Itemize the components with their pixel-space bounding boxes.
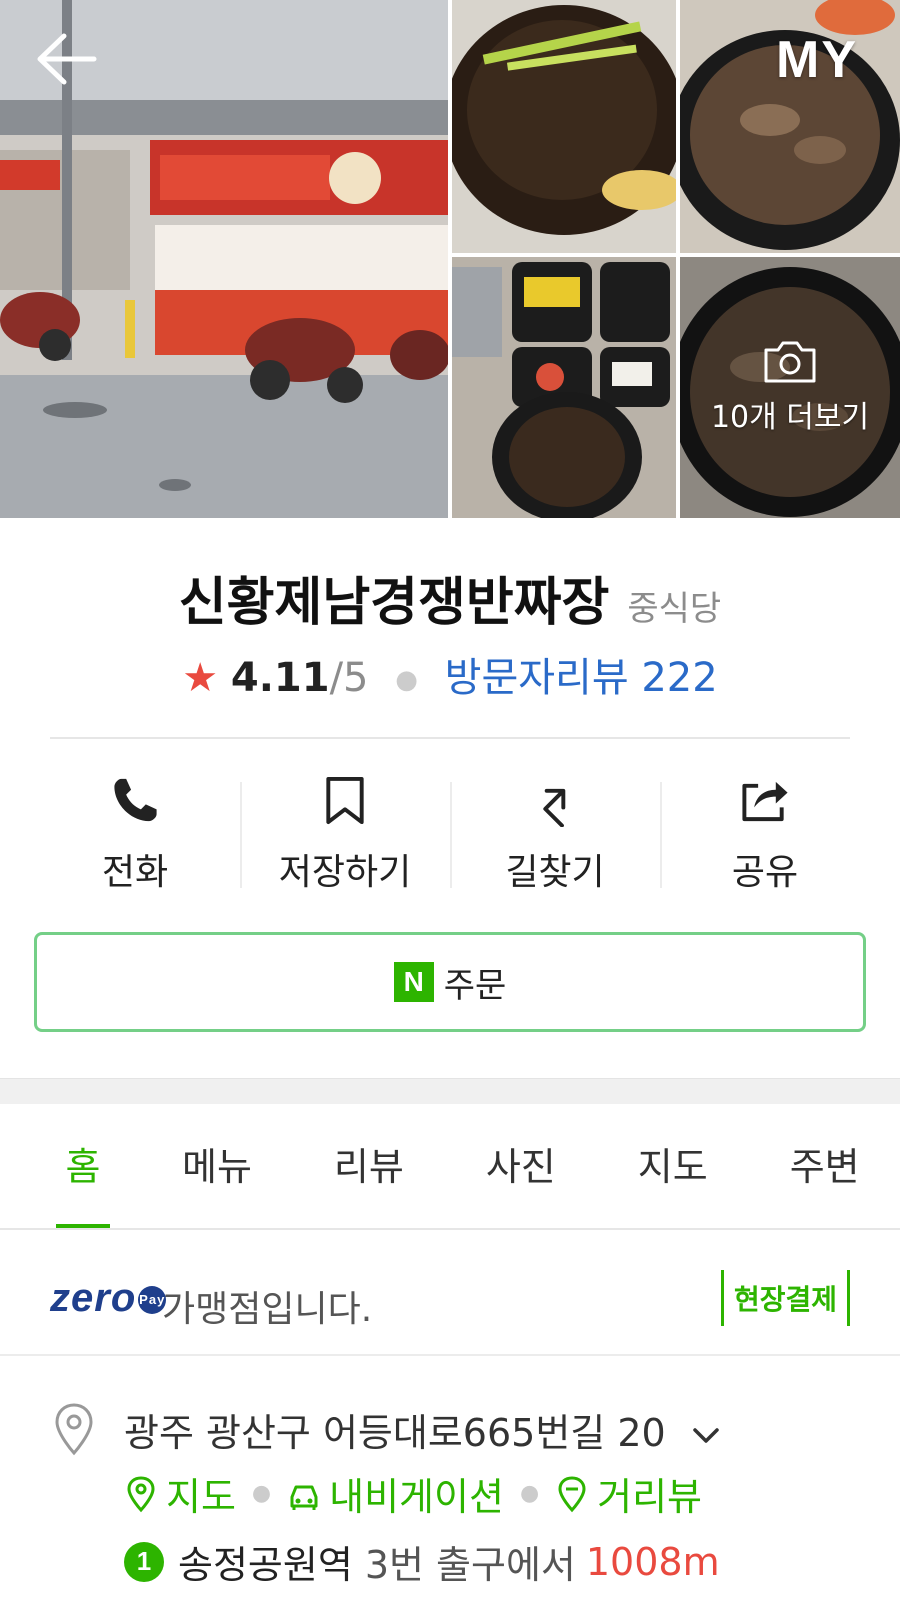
tab-nearby[interactable]: 주변 (790, 1104, 860, 1228)
my-button[interactable]: MY (776, 30, 858, 90)
map-pin-icon (127, 1475, 155, 1512)
bookmark-icon (326, 776, 364, 825)
address-row[interactable]: 광주 광산구 어등대로665번길 20 (124, 1402, 720, 1457)
order-label: 주문 (443, 965, 507, 1006)
section-divider (0, 1078, 900, 1104)
separator-dot: ● (519, 1481, 540, 1506)
station-distance: 1008m (585, 1539, 720, 1584)
subway-line-badge: 1 (124, 1541, 164, 1582)
food-photo-3[interactable] (452, 257, 676, 518)
navigation-link[interactable]: 내비게이션 (287, 1466, 504, 1521)
share-label: 공유 (731, 852, 799, 893)
place-name: 신황제남경쟁반짜장 (178, 573, 610, 633)
save-button[interactable]: 저장하기 (240, 770, 450, 895)
back-arrow-icon (37, 33, 97, 85)
food-photo-1[interactable] (452, 0, 676, 253)
back-button[interactable] (30, 24, 100, 94)
tab-map[interactable]: 지도 (638, 1104, 708, 1228)
zero-pay-text: 가맹점입니다. (162, 1289, 373, 1330)
navigation-link-label: 내비게이션 (329, 1475, 504, 1519)
camera-icon (764, 341, 816, 382)
phone-icon (114, 778, 157, 822)
share-button[interactable]: 공유 (660, 770, 870, 895)
directions-button[interactable]: 길찾기 (450, 770, 660, 895)
action-bar: 전화 저장하기 길찾기 공유 (30, 770, 870, 895)
zero-pay-row: zero Pay 가맹점입니다. 현장결제 (0, 1232, 900, 1356)
separator-dot: ● (251, 1481, 272, 1506)
rating-score: 4.11 (230, 655, 330, 701)
place-category: 중식당 (627, 589, 722, 629)
address-links: 지도 ● 내비게이션 ● 거리뷰 (124, 1466, 702, 1521)
address-text: 광주 광산구 어등대로665번길 20 (124, 1411, 666, 1455)
separator-dot: ● (395, 665, 418, 695)
zero-pay-logo-text: zero (50, 1276, 137, 1320)
photo-gallery: 10개 더보기 MY (0, 0, 900, 518)
street-view-link[interactable]: 거리뷰 (555, 1466, 702, 1521)
tab-menu[interactable]: 메뉴 (182, 1104, 252, 1228)
rating-row: ★ 4.11/5 ● 방문자리뷰 222 (0, 645, 900, 703)
station-exit: 3번 출구에서 (364, 1543, 576, 1587)
share-icon (742, 781, 788, 822)
onsite-payment-badge: 현장결제 (720, 1270, 850, 1326)
map-link-label: 지도 (166, 1475, 236, 1519)
street-view-icon (558, 1475, 586, 1512)
naver-order-button[interactable]: N 주문 (34, 932, 866, 1032)
subway-info: 1 송정공원역 3번 출구에서 1008m (124, 1534, 720, 1589)
save-label: 저장하기 (278, 852, 412, 893)
more-photos-button[interactable]: 10개 더보기 (680, 257, 900, 518)
divider (50, 737, 850, 739)
location-pin-icon (55, 1403, 93, 1456)
chevron-down-icon (693, 1427, 719, 1443)
car-icon (290, 1485, 318, 1510)
zero-pay-logo: zero Pay (50, 1276, 167, 1321)
tab-home[interactable]: 홈 (56, 1104, 110, 1228)
tab-review[interactable]: 리뷰 (334, 1104, 404, 1228)
call-label: 전화 (101, 852, 169, 893)
station-name: 송정공원역 (178, 1543, 353, 1587)
call-button[interactable]: 전화 (30, 770, 240, 895)
directions-label: 길찾기 (505, 852, 605, 893)
star-icon: ★ (182, 655, 219, 701)
tab-photo[interactable]: 사진 (486, 1104, 556, 1228)
map-link[interactable]: 지도 (124, 1466, 236, 1521)
directions-icon (543, 788, 566, 827)
tab-bar: 홈 메뉴 리뷰 사진 지도 주변 (0, 1104, 900, 1230)
naver-n-icon: N (393, 962, 434, 1002)
visitor-review-link[interactable]: 방문자리뷰 222 (445, 655, 718, 701)
street-view-link-label: 거리뷰 (597, 1475, 703, 1519)
place-title: 신황제남경쟁반짜장 중식당 (0, 560, 900, 635)
rating-max: /5 (329, 655, 369, 701)
more-photos-label: 10개 더보기 (710, 399, 870, 435)
